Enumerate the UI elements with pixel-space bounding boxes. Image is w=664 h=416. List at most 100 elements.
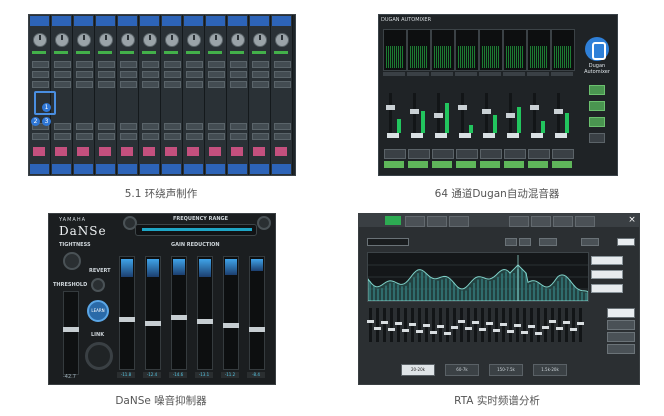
eq-band-fader[interactable] bbox=[416, 308, 423, 342]
gain-knob-icon[interactable] bbox=[99, 33, 113, 47]
channel-on-button[interactable] bbox=[432, 161, 452, 168]
fader-cap[interactable] bbox=[367, 320, 374, 323]
fader-cap[interactable] bbox=[430, 331, 437, 334]
strip-button[interactable] bbox=[186, 123, 203, 130]
cue-button[interactable] bbox=[99, 147, 111, 156]
fader-cap[interactable] bbox=[171, 315, 187, 320]
strip-button[interactable] bbox=[274, 71, 291, 78]
freq-knob-right-icon[interactable] bbox=[257, 216, 271, 230]
r-button[interactable] bbox=[519, 238, 531, 246]
cue-button[interactable] bbox=[33, 147, 45, 156]
reduction-channel-meter[interactable] bbox=[145, 256, 161, 370]
fader-cap[interactable] bbox=[535, 332, 542, 335]
eq-band-fader[interactable] bbox=[388, 308, 395, 342]
reduction-channel-meter[interactable] bbox=[223, 256, 239, 370]
cue-button[interactable] bbox=[165, 147, 177, 156]
strip-button[interactable] bbox=[76, 123, 93, 130]
strip-button[interactable] bbox=[98, 133, 115, 140]
eq-band-fader[interactable] bbox=[423, 308, 430, 342]
eq-band-fader[interactable] bbox=[486, 308, 493, 342]
strip-button[interactable] bbox=[98, 71, 115, 78]
eq-band-fader[interactable] bbox=[514, 308, 521, 342]
strip-button[interactable] bbox=[32, 71, 49, 78]
eq-band-fader[interactable] bbox=[570, 308, 577, 342]
strip-button[interactable] bbox=[274, 61, 291, 68]
channel-strip[interactable] bbox=[161, 15, 183, 175]
strip-button[interactable] bbox=[186, 61, 203, 68]
toolbar-button[interactable] bbox=[427, 216, 447, 227]
strip-button[interactable] bbox=[252, 61, 269, 68]
fader-cap[interactable] bbox=[465, 327, 472, 330]
close-icon[interactable]: × bbox=[627, 215, 637, 226]
channel-strip[interactable] bbox=[249, 15, 271, 175]
range-button[interactable] bbox=[607, 308, 635, 318]
strip-button[interactable] bbox=[54, 81, 71, 88]
strip-button[interactable] bbox=[32, 81, 49, 88]
strip-button[interactable] bbox=[120, 123, 137, 130]
gain-knob-icon[interactable] bbox=[209, 33, 223, 47]
toolbar-button[interactable] bbox=[553, 216, 573, 227]
fader-cap[interactable] bbox=[486, 322, 493, 325]
strip-button[interactable] bbox=[120, 61, 137, 68]
eq-band-fader[interactable] bbox=[521, 308, 528, 342]
strip-button[interactable] bbox=[142, 81, 159, 88]
toolbar-button[interactable] bbox=[531, 216, 551, 227]
on-button[interactable] bbox=[617, 238, 635, 246]
strip-button[interactable] bbox=[164, 81, 181, 88]
gain-knob-icon[interactable] bbox=[187, 33, 201, 47]
fader-cap[interactable] bbox=[556, 327, 563, 330]
cue-button[interactable] bbox=[121, 147, 133, 156]
flat-button[interactable] bbox=[581, 238, 599, 246]
side-button[interactable] bbox=[589, 101, 605, 111]
strip-button[interactable] bbox=[252, 71, 269, 78]
fader-cap[interactable] bbox=[507, 330, 514, 333]
frequency-range-slider[interactable] bbox=[135, 224, 257, 236]
link-button[interactable] bbox=[539, 238, 557, 246]
eq-band-fader[interactable] bbox=[563, 308, 570, 342]
channel-on-button[interactable] bbox=[528, 161, 548, 168]
fader-cap[interactable] bbox=[386, 105, 395, 110]
strip-button[interactable] bbox=[186, 133, 203, 140]
fader-cap[interactable] bbox=[458, 320, 465, 323]
toolbar-button[interactable] bbox=[575, 216, 595, 227]
fader-cap[interactable] bbox=[479, 328, 486, 331]
fader-cap[interactable] bbox=[423, 324, 430, 327]
eq-band-fader[interactable] bbox=[472, 308, 479, 342]
channel-mode-button[interactable] bbox=[480, 149, 502, 159]
eq-band-fader[interactable] bbox=[409, 308, 416, 342]
fader-cap[interactable] bbox=[451, 326, 458, 329]
eq-band-fader[interactable] bbox=[374, 308, 381, 342]
strip-button[interactable] bbox=[76, 133, 93, 140]
fader-cap[interactable] bbox=[223, 323, 239, 328]
peak-hold-button[interactable] bbox=[591, 270, 623, 279]
strip-button[interactable] bbox=[208, 81, 225, 88]
gain-knob-icon[interactable] bbox=[253, 33, 267, 47]
gain-knob-icon[interactable] bbox=[231, 33, 245, 47]
eq-band-fader[interactable] bbox=[577, 308, 584, 342]
fader-cap[interactable] bbox=[145, 321, 161, 326]
eq-band-fader[interactable] bbox=[479, 308, 486, 342]
range-button[interactable] bbox=[607, 332, 635, 342]
toolbar-button[interactable] bbox=[509, 216, 529, 227]
gain-knob-icon[interactable] bbox=[275, 33, 289, 47]
channel-on-button[interactable] bbox=[480, 161, 500, 168]
reduction-channel-meter[interactable] bbox=[171, 256, 187, 370]
strip-button[interactable] bbox=[230, 123, 247, 130]
strip-button[interactable] bbox=[142, 61, 159, 68]
gain-knob-icon[interactable] bbox=[55, 33, 69, 47]
revert-button[interactable] bbox=[91, 278, 105, 292]
learn-button[interactable]: LEARN bbox=[87, 300, 109, 322]
fader-cap[interactable] bbox=[528, 325, 535, 328]
eq-band-fader[interactable] bbox=[507, 308, 514, 342]
cue-button[interactable] bbox=[187, 147, 199, 156]
fader-cap[interactable] bbox=[197, 319, 213, 324]
strip-button[interactable] bbox=[54, 133, 71, 140]
fader-cap[interactable] bbox=[119, 317, 135, 322]
strip-button[interactable] bbox=[120, 71, 137, 78]
channel-fader[interactable] bbox=[389, 93, 392, 133]
strip-button[interactable] bbox=[230, 71, 247, 78]
gain-knob-icon[interactable] bbox=[121, 33, 135, 47]
strip-button[interactable] bbox=[208, 71, 225, 78]
strip-button[interactable] bbox=[186, 71, 203, 78]
link-button[interactable] bbox=[85, 342, 113, 370]
